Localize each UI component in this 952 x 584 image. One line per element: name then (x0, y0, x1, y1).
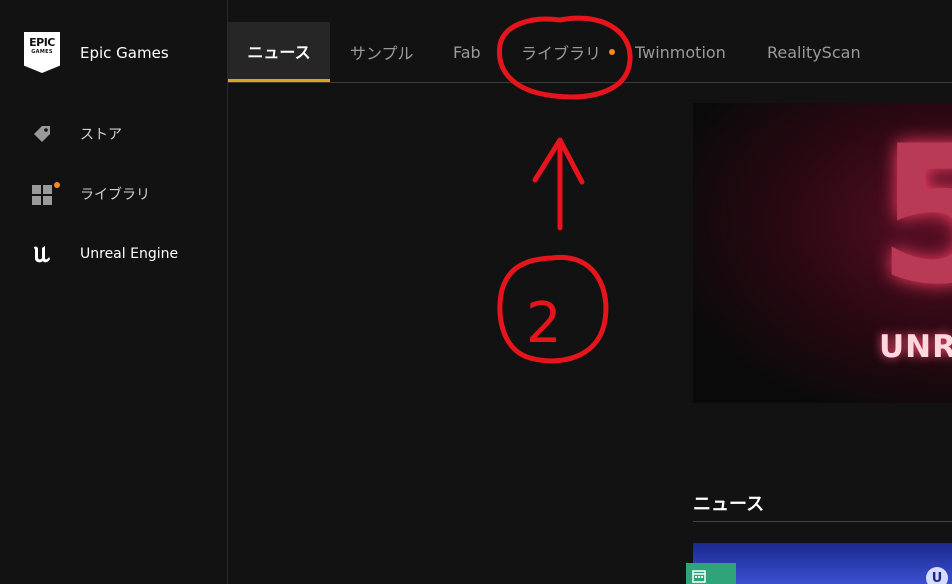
brand[interactable]: EPIC GAMES Epic Games (24, 32, 169, 73)
logo-line2: GAMES (31, 49, 53, 55)
tab-label: ライブラリ (521, 44, 602, 63)
notification-dot (609, 49, 616, 55)
notification-dot (54, 182, 60, 188)
tab-twinmotion[interactable]: Twinmotion (635, 22, 726, 82)
unreal-badge-icon: U (926, 567, 948, 584)
sidebar-item-label: Unreal Engine (80, 246, 179, 262)
sidebar-item-label: ライブラリ (80, 187, 150, 203)
unreal-logo-icon (30, 242, 54, 266)
sidebar-item-store[interactable]: ストア (30, 122, 122, 146)
tab-library[interactable]: ライブラリ (521, 22, 616, 82)
tab-label: ニュース (247, 42, 311, 62)
top-tab-bar: ニュース サンプル Fab ライブラリ Twinmotion RealitySc… (228, 22, 952, 83)
sidebar-item-label: ストア (80, 127, 122, 143)
tab-news[interactable]: ニュース (228, 22, 330, 82)
hero-numeral: 5 (877, 105, 952, 326)
tab-fab[interactable]: Fab (453, 22, 481, 82)
tab-label: RealityScan (767, 42, 861, 62)
epic-games-logo: EPIC GAMES (24, 32, 60, 73)
hero-banner[interactable]: 5 UNR (693, 103, 952, 403)
sidebar-item-unreal-engine[interactable]: Unreal Engine (30, 242, 178, 266)
tag-icon (30, 122, 54, 146)
tab-label: サンプル (350, 44, 414, 63)
calendar-chip[interactable] (686, 563, 736, 584)
annotation-arrow-head (532, 137, 585, 185)
annotation-number-circle (497, 254, 609, 364)
calendar-icon (692, 570, 706, 583)
grid-icon (30, 182, 60, 206)
tab-label: Twinmotion (635, 42, 726, 62)
sidebar: EPIC GAMES Epic Games ストア ライブラリ Unreal E… (0, 0, 228, 584)
sidebar-item-library[interactable]: ライブラリ (30, 182, 150, 206)
news-section-heading: ニュース (693, 490, 952, 522)
tab-label: Fab (453, 42, 481, 62)
logo-line1: EPIC (29, 36, 55, 49)
hero-word: UNR (879, 329, 952, 365)
tab-samples[interactable]: サンプル (350, 22, 414, 82)
tab-realityscan[interactable]: RealityScan (767, 22, 861, 82)
annotation-number: 2 (526, 291, 562, 356)
brand-name: Epic Games (80, 43, 169, 62)
